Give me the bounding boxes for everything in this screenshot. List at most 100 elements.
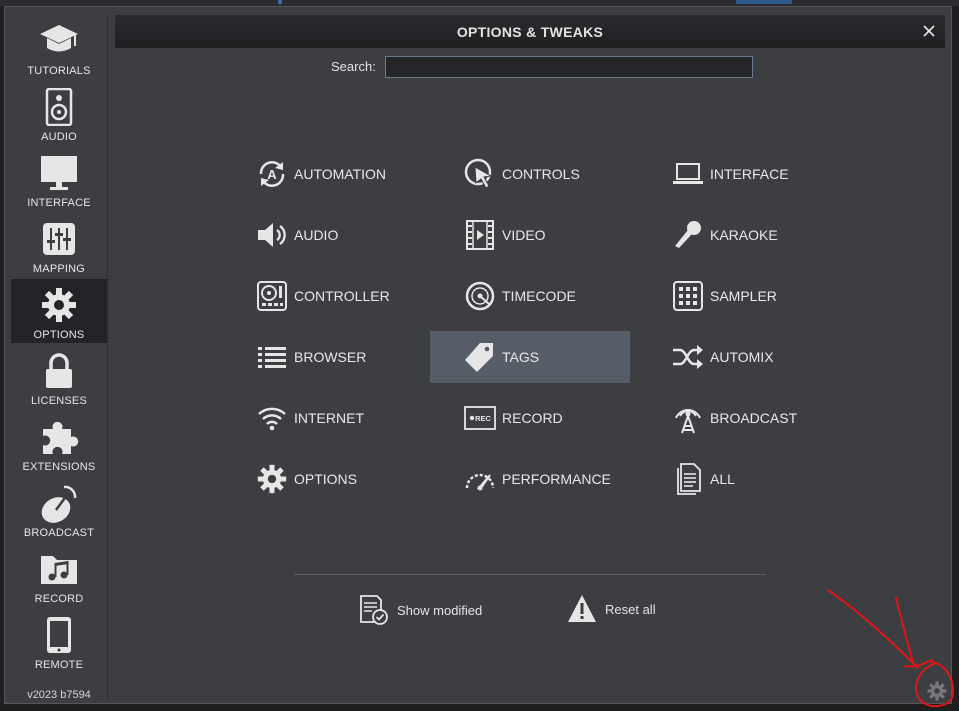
sidebar-item-label: MAPPING: [32, 263, 86, 275]
category-label: TAGS: [502, 349, 540, 365]
category-automation[interactable]: A AUTOMATION: [235, 148, 435, 200]
category-label: INTERFACE: [710, 166, 789, 182]
category-sampler[interactable]: SAMPLER: [651, 270, 851, 322]
sidebar-item-licenses[interactable]: LICENSES: [11, 345, 107, 409]
close-icon: [923, 25, 935, 37]
category-performance[interactable]: PERFORMANCE: [443, 453, 643, 505]
background-marker: [278, 0, 282, 4]
close-button[interactable]: [919, 21, 939, 41]
category-label: BROWSER: [294, 349, 367, 365]
category-broadcast[interactable]: BROADCAST: [651, 392, 851, 444]
list-icon: [255, 340, 289, 374]
lock-icon: [38, 350, 80, 392]
category-label: BROADCAST: [710, 410, 798, 426]
category-label: CONTROLLER: [294, 288, 390, 304]
sidebar-item-record[interactable]: RECORD: [11, 543, 107, 607]
category-label: TIMECODE: [502, 288, 576, 304]
puzzle-icon: [38, 416, 80, 458]
category-label: ALL: [710, 471, 735, 487]
film-icon: [463, 218, 497, 252]
category-label: PERFORMANCE: [502, 471, 611, 487]
sidebar-item-broadcast[interactable]: BROADCAST: [11, 477, 107, 541]
controller-icon: [255, 279, 289, 313]
category-label: AUDIO: [294, 227, 339, 243]
sidebar-item-label: REMOTE: [34, 659, 84, 671]
sidebar-item-label: INTERFACE: [27, 197, 91, 209]
gear-icon: [38, 284, 80, 326]
category-controls[interactable]: CONTROLS: [443, 148, 643, 200]
reset-all-button[interactable]: Reset all: [567, 594, 656, 624]
sidebar-item-label: LICENSES: [30, 395, 87, 407]
category-label: CONTROLS: [502, 166, 580, 182]
wifi-icon: [255, 401, 289, 435]
monitor-icon: [38, 152, 80, 194]
volume-icon: [255, 218, 289, 252]
category-label: VIDEO: [502, 227, 546, 243]
svg-text:A: A: [267, 167, 277, 182]
modified-document-icon: [360, 595, 388, 625]
background-marker: [736, 0, 792, 4]
category-tags[interactable]: TAGS: [430, 331, 630, 383]
show-modified-label: Show modified: [397, 602, 483, 618]
gear-icon: [927, 681, 947, 701]
category-automix[interactable]: AUTOMIX: [651, 331, 851, 383]
reset-all-label: Reset all: [605, 601, 656, 617]
graduation-cap-icon: [38, 20, 80, 62]
category-record[interactable]: REC RECORD: [443, 392, 643, 444]
search-input[interactable]: [385, 56, 753, 78]
sidebar-item-tutorials[interactable]: TUTORIALS: [11, 15, 107, 79]
sidebar-item-extensions[interactable]: EXTENSIONS: [11, 411, 107, 475]
show-modified-button[interactable]: Show modified: [359, 594, 482, 626]
search-label: Search:: [331, 59, 376, 74]
category-internet[interactable]: INTERNET: [235, 392, 435, 444]
sidebar-item-audio[interactable]: AUDIO: [11, 81, 107, 145]
category-label: RECORD: [502, 410, 563, 426]
sidebar-item-remote[interactable]: REMOTE: [11, 609, 107, 673]
sidebar-item-options[interactable]: OPTIONS: [11, 279, 107, 343]
tag-icon: [463, 340, 497, 374]
options-dialog: TUTORIALS AUDIO INTERFACE MAPPING OPTION…: [4, 6, 952, 704]
category-timecode[interactable]: TIMECODE: [443, 270, 643, 322]
category-label: AUTOMATION: [294, 166, 387, 182]
sidebar-item-label: RECORD: [34, 593, 84, 605]
cursor-click-icon: [463, 157, 497, 191]
sidebar-item-interface[interactable]: INTERFACE: [11, 147, 107, 211]
category-label: AUTOMIX: [710, 349, 774, 365]
category-karaoke[interactable]: KARAOKE: [651, 209, 851, 261]
category-interface[interactable]: INTERFACE: [651, 148, 851, 200]
sidebar-item-label: BROADCAST: [23, 527, 95, 539]
category-label: OPTIONS: [294, 471, 358, 487]
laptop-icon: [671, 157, 705, 191]
svg-text:REC: REC: [475, 414, 491, 423]
category-all[interactable]: ALL: [651, 453, 851, 505]
sidebar-item-label: EXTENSIONS: [22, 461, 96, 473]
vinyl-icon: [463, 279, 497, 313]
music-folder-icon: [38, 548, 80, 590]
category-controller[interactable]: CONTROLLER: [235, 270, 435, 322]
gear-icon: [255, 462, 289, 496]
page-title: OPTIONS & TWEAKS: [456, 23, 604, 40]
sidebar-item-mapping[interactable]: MAPPING: [11, 213, 107, 277]
automation-icon: A: [255, 157, 289, 191]
rec-icon: REC: [463, 401, 497, 435]
sliders-icon: [38, 218, 80, 260]
speaker-icon: [38, 86, 80, 128]
sidebar-item-label: OPTIONS: [33, 329, 85, 341]
document-icon: [671, 462, 705, 496]
sidebar-item-label: AUDIO: [41, 131, 77, 143]
warning-icon: [568, 595, 596, 622]
antenna-icon: [671, 401, 705, 435]
category-browser[interactable]: BROWSER: [235, 331, 435, 383]
sidebar-item-label: TUTORIALS: [27, 65, 91, 77]
gauge-icon: [463, 462, 497, 496]
footer-divider: [294, 574, 766, 575]
category-options[interactable]: OPTIONS: [235, 453, 435, 505]
microphone-icon: [671, 218, 705, 252]
category-video[interactable]: VIDEO: [443, 209, 643, 261]
version-label: v2023 b7594: [27, 689, 91, 701]
phone-icon: [38, 614, 80, 656]
sidebar: TUTORIALS AUDIO INTERFACE MAPPING OPTION…: [11, 15, 107, 701]
satellite-dish-icon: [38, 482, 80, 524]
category-audio[interactable]: AUDIO: [235, 209, 435, 261]
settings-gear-button[interactable]: [927, 681, 947, 701]
